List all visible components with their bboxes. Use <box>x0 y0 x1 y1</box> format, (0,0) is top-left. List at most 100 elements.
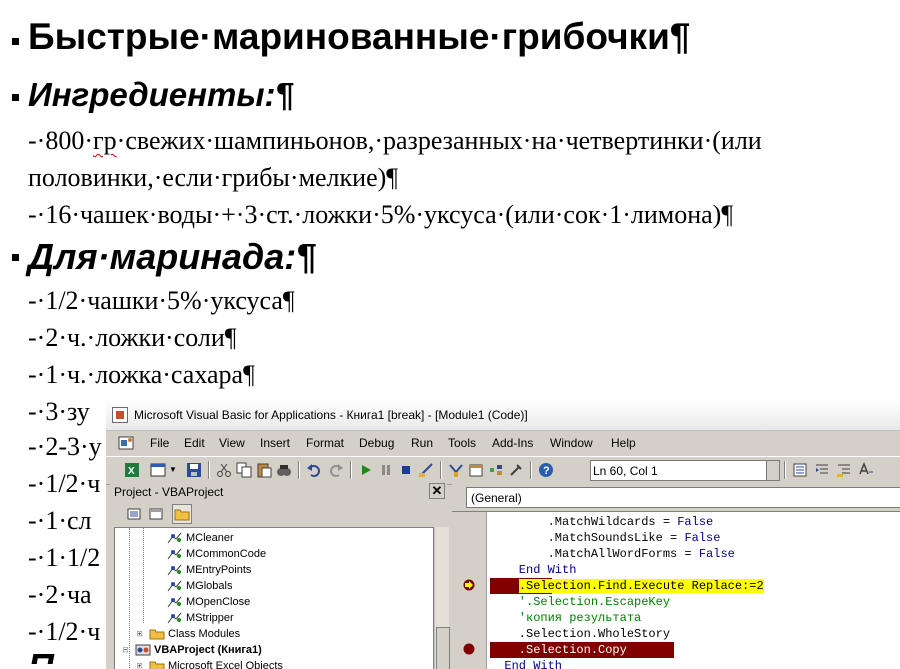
menu-debug[interactable]: Debug <box>359 436 394 450</box>
menu-insert[interactable]: Insert <box>260 436 290 450</box>
menu-view[interactable]: View <box>219 436 245 450</box>
vba-editor-window[interactable]: Microsoft Visual Basic for Applications … <box>104 397 900 669</box>
folder-icon <box>149 629 165 640</box>
tree-item-module[interactable]: MCleaner <box>167 532 234 544</box>
bullet-mark <box>12 38 19 45</box>
close-icon[interactable]: ✕ <box>429 483 445 499</box>
window-titlebar[interactable]: Microsoft Visual Basic for Applications … <box>106 399 900 431</box>
cut-icon[interactable] <box>216 462 232 478</box>
tree-item-module[interactable]: MStripper <box>167 612 234 624</box>
reset-icon[interactable] <box>398 462 414 478</box>
module-icon <box>167 612 182 624</box>
menu-tools[interactable]: Tools <box>448 436 476 450</box>
marinade-line: -·2-3·у <box>28 432 102 461</box>
menu-help[interactable]: Help <box>611 436 636 450</box>
project-tree-scrollbar[interactable] <box>434 527 450 669</box>
edit-list-icon[interactable] <box>792 462 808 478</box>
status-dropdown-handle[interactable] <box>766 461 779 480</box>
toolbox-icon[interactable] <box>508 462 524 478</box>
code-keyword: False <box>684 531 721 545</box>
code-comment: 'копия результата <box>490 611 642 625</box>
marinade-line: -·1/2·чашки·5%·уксуса¶ <box>28 286 295 315</box>
code-line: .MatchWildcards = False <box>490 514 714 530</box>
tree-item-label: Microsoft Excel Objects <box>168 660 283 669</box>
code-line: .MatchAllWordForms = False <box>490 546 735 562</box>
tree-item-label: MCleaner <box>186 532 234 544</box>
break-icon[interactable] <box>378 462 394 478</box>
project-pane-header: Project - VBAProject ✕ <box>110 483 447 500</box>
execution-arrow-icon <box>463 579 475 591</box>
code-editor[interactable]: .MatchWildcards = False .MatchSoundsLike… <box>452 511 900 669</box>
run-icon[interactable] <box>358 462 374 478</box>
design-mode-icon[interactable] <box>418 462 434 478</box>
standard-toolbar: X ▼ ? Ln 60, Col 1 <box>106 456 900 485</box>
code-line: End With <box>490 563 577 577</box>
spelling-error[interactable]: гр <box>93 126 117 155</box>
undo-icon[interactable] <box>306 462 322 478</box>
expand-icon[interactable] <box>137 628 146 640</box>
module-window-icon[interactable] <box>118 435 134 451</box>
paste-icon[interactable] <box>256 462 272 478</box>
code-comment: '.Selection.EscapeKey <box>490 595 671 609</box>
tree-item-folder[interactable]: Class Modules <box>137 628 240 640</box>
find-icon[interactable] <box>276 462 292 478</box>
ingredients-heading: Ингредиенты:¶ <box>28 76 294 113</box>
project-pane-toolbar <box>110 502 447 524</box>
module-icon <box>167 548 182 560</box>
object-browser-icon[interactable] <box>488 462 504 478</box>
module-icon <box>167 580 182 592</box>
svg-text:?: ? <box>543 465 550 477</box>
toggle-folders-icon[interactable] <box>172 504 192 524</box>
tree-item-module[interactable]: MGlobals <box>167 580 232 592</box>
tree-item-module[interactable]: MCommonCode <box>167 548 266 560</box>
project-explorer-icon[interactable] <box>448 462 464 478</box>
vba-project-icon <box>135 644 151 656</box>
bullet-mark <box>12 94 19 101</box>
window-title: Microsoft Visual Basic for Applications … <box>134 408 528 422</box>
menu-add-ins[interactable]: Add-Ins <box>492 436 533 450</box>
properties-window-icon[interactable] <box>468 462 484 478</box>
dropdown-arrow-icon[interactable]: ▼ <box>169 465 177 474</box>
save-icon[interactable] <box>186 462 202 478</box>
marinade-line: -·1/2·ч <box>28 469 101 498</box>
code-margin[interactable] <box>452 512 487 669</box>
insert-userform-icon[interactable] <box>150 462 166 478</box>
ingredient-text: -·800· <box>28 126 93 155</box>
scroll-thumb[interactable] <box>436 627 450 669</box>
tree-item-project[interactable]: VBAProject (Книга1) <box>123 644 262 656</box>
code-line: .Selection.WholeStory <box>490 627 671 641</box>
tree-item-label: MGlobals <box>186 580 233 592</box>
tree-item-folder[interactable]: Microsoft Excel Objects <box>137 660 283 669</box>
menu-run[interactable]: Run <box>411 436 433 450</box>
object-combobox[interactable]: (General) <box>466 487 900 508</box>
tree-item-module[interactable]: MEntryPoints <box>167 564 251 576</box>
cursor-position-status: Ln 60, Col 1 <box>590 460 780 481</box>
collapse-icon[interactable] <box>123 644 132 656</box>
marinade-line: -·1/2·ч <box>28 617 101 646</box>
view-excel-icon[interactable]: X <box>124 462 140 478</box>
indent-icon[interactable] <box>814 462 830 478</box>
redo-icon[interactable] <box>328 462 344 478</box>
marinade-line: -·1·ч.·ложка·сахара¶ <box>28 360 255 389</box>
marinade-heading: Для·маринада:¶ <box>28 236 317 277</box>
menu-edit[interactable]: Edit <box>184 436 205 450</box>
module-icon <box>167 564 182 576</box>
tree-item-label: VBAProject (Книга1) <box>154 644 262 656</box>
quick-info-icon[interactable] <box>858 462 874 478</box>
outdent-icon[interactable] <box>836 462 852 478</box>
expand-icon[interactable] <box>137 660 146 669</box>
tree-item-module[interactable]: MOpenClose <box>167 596 250 608</box>
view-object-icon[interactable] <box>146 504 166 524</box>
tree-item-label: MOpenClose <box>186 596 251 608</box>
module-icon <box>167 532 182 544</box>
project-tree[interactable]: MCleaner MCommonCode MEntryPoints MGloba… <box>114 527 434 669</box>
code-text: .MatchSoundsLike = <box>490 531 685 545</box>
copy-icon[interactable] <box>236 462 252 478</box>
current-execution-line: .Selection.Find.Execute Replace:=2 <box>490 578 764 594</box>
menu-bar: File Edit View Insert Format Debug Run T… <box>106 431 900 455</box>
menu-window[interactable]: Window <box>550 436 593 450</box>
menu-format[interactable]: Format <box>306 436 344 450</box>
menu-file[interactable]: File <box>150 436 169 450</box>
view-code-icon[interactable] <box>124 504 144 524</box>
help-icon[interactable]: ? <box>538 462 554 478</box>
